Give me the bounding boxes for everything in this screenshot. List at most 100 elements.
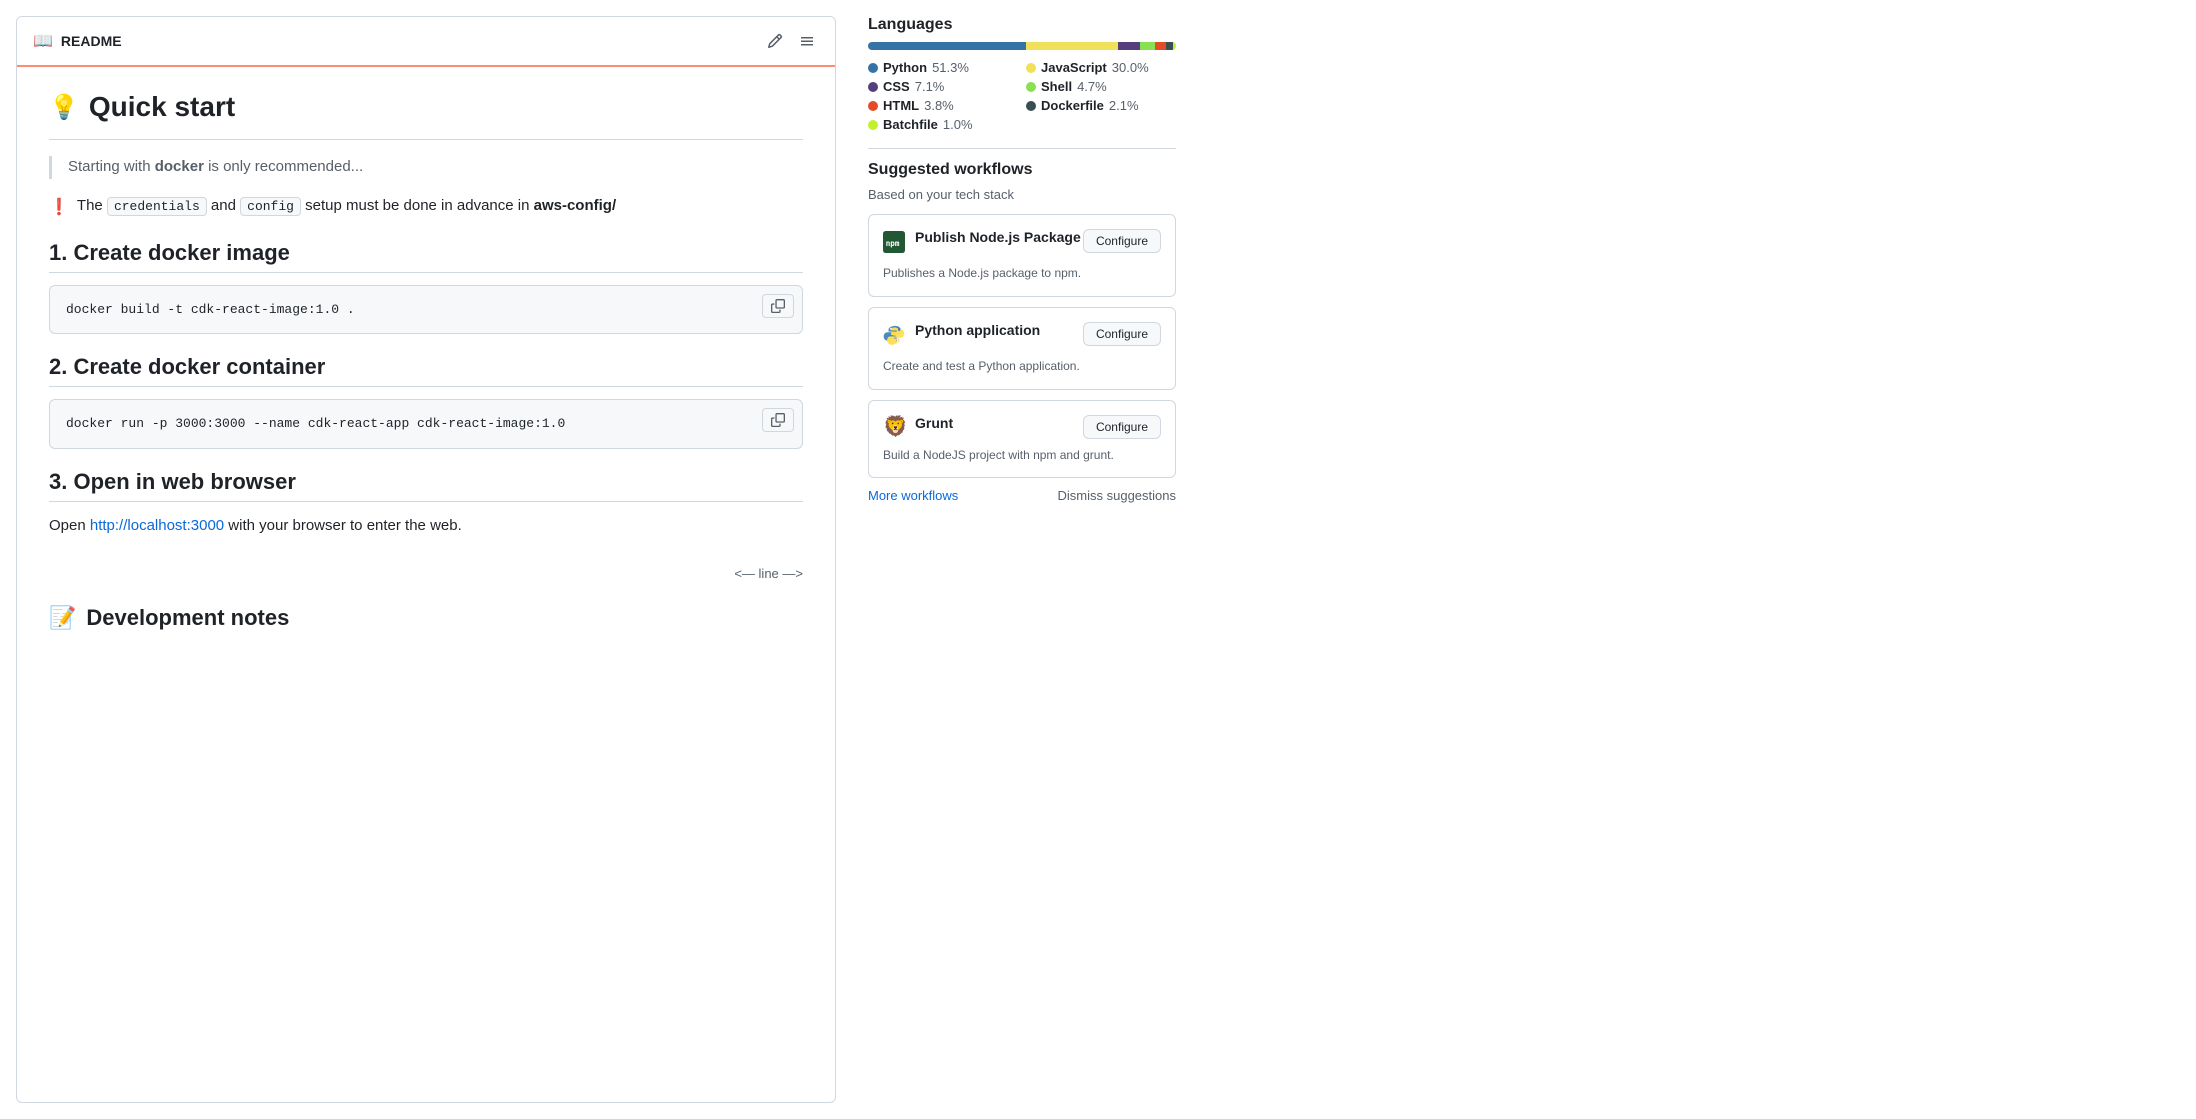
workflow-card-nodejs-header: npm Publish Node.js Package Configure [883, 229, 1161, 257]
lang-item-shell: Shell 4.7% [1026, 79, 1176, 94]
lang-dot-batchfile [868, 120, 878, 130]
lang-item-html: HTML 3.8% [868, 98, 1018, 113]
lang-dot-python [868, 63, 878, 73]
readme-header: 📖 README [17, 17, 835, 67]
line-indicator: <— line —> [49, 558, 803, 589]
code-block-2: docker run -p 3000:3000 --name cdk-react… [49, 399, 803, 449]
languages-section: Languages Python 51.3% [868, 16, 1176, 132]
warning-text: The credentials and config setup must be… [77, 195, 616, 218]
warning-emoji: ❗ [49, 196, 69, 220]
dismiss-suggestions-link[interactable]: Dismiss suggestions [1058, 488, 1177, 503]
languages-bar [868, 42, 1176, 50]
code-content-1: docker build -t cdk-react-image:1.0 . [50, 286, 802, 334]
readme-panel: 📖 README 💡 Quick [16, 16, 836, 1103]
aws-config-path: aws-config/ [534, 197, 617, 214]
quick-start-heading: Quick start [89, 91, 235, 123]
section-heading-2: 2. Create docker container [49, 354, 803, 387]
lang-item-javascript: JavaScript 30.0% [1026, 60, 1176, 75]
lang-dot-shell [1026, 82, 1036, 92]
nodejs-icon: npm [883, 231, 905, 257]
localhost-link[interactable]: http://localhost:3000 [90, 517, 224, 534]
toc-button[interactable] [795, 29, 819, 53]
sidebar-divider [868, 148, 1176, 149]
blockquote-note: Starting with docker is only recommended… [49, 156, 803, 179]
lang-bar-html [1155, 42, 1167, 50]
blockquote-text: Starting with docker is only recommended… [68, 156, 803, 179]
dev-notes-section: 📝 Development notes [49, 605, 803, 631]
workflow-nodejs-info: npm Publish Node.js Package [883, 229, 1081, 257]
grunt-icon: 🦁 [883, 417, 905, 439]
lang-bar-css [1118, 42, 1140, 50]
code-content-2: docker run -p 3000:3000 --name cdk-react… [50, 400, 802, 448]
lang-bar-batchfile [1173, 42, 1176, 50]
lang-item-python: Python 51.3% [868, 60, 1018, 75]
lang-pct-dockerfile: 2.1% [1109, 98, 1139, 113]
sidebar-footer: More workflows Dismiss suggestions [868, 488, 1176, 503]
lang-dot-javascript [1026, 63, 1036, 73]
workflow-nodejs-name: Publish Node.js Package [915, 229, 1081, 245]
lang-name-batchfile: Batchfile [883, 117, 938, 132]
lang-dot-css [868, 82, 878, 92]
section-heading-3: 3. Open in web browser [49, 469, 803, 502]
copy-button-2[interactable] [762, 408, 794, 432]
right-sidebar: Languages Python 51.3% [852, 0, 1192, 1119]
lang-name-html: HTML [883, 98, 919, 113]
configure-nodejs-button[interactable]: Configure [1083, 229, 1161, 253]
lang-name-dockerfile: Dockerfile [1041, 98, 1104, 113]
lang-pct-batchfile: 1.0% [943, 117, 973, 132]
readme-title-area: 📖 README [33, 31, 122, 51]
dev-notes-emoji: 📝 [49, 605, 76, 631]
workflow-python-name: Python application [915, 322, 1040, 338]
quick-start-emoji: 💡 [49, 93, 79, 122]
configure-python-button[interactable]: Configure [1083, 322, 1161, 346]
suggested-workflows-subtitle: Based on your tech stack [868, 187, 1176, 202]
workflow-python-info: Python application [883, 322, 1040, 350]
workflow-card-python: Python application Configure Create and … [868, 307, 1176, 390]
open-browser-text: Open http://localhost:3000 with your bro… [49, 514, 803, 538]
lang-item-batchfile: Batchfile 1.0% [868, 117, 1018, 132]
workflow-grunt-name: Grunt [915, 415, 953, 431]
workflow-card-python-header: Python application Configure [883, 322, 1161, 350]
workflow-grunt-info: 🦁 Grunt [883, 415, 953, 439]
config-code: config [240, 197, 301, 216]
lang-bar-python [868, 42, 1026, 50]
lang-bar-shell [1140, 42, 1154, 50]
configure-grunt-button[interactable]: Configure [1083, 415, 1161, 439]
lang-name-python: Python [883, 60, 927, 75]
lang-name-javascript: JavaScript [1041, 60, 1107, 75]
workflow-grunt-description: Build a NodeJS project with npm and grun… [883, 447, 1161, 464]
copy-button-1[interactable] [762, 294, 794, 318]
lang-dot-html [868, 101, 878, 111]
edit-readme-button[interactable] [763, 29, 787, 53]
workflow-nodejs-description: Publishes a Node.js package to npm. [883, 265, 1161, 282]
lang-bar-javascript [1026, 42, 1118, 50]
python-icon [883, 324, 905, 350]
lang-name-shell: Shell [1041, 79, 1072, 94]
section-divider-1 [49, 139, 803, 140]
credentials-code: credentials [107, 197, 207, 216]
lang-pct-css: 7.1% [915, 79, 945, 94]
workflow-card-grunt-header: 🦁 Grunt Configure [883, 415, 1161, 439]
readme-body: 💡 Quick start Starting with docker is on… [17, 67, 835, 655]
suggested-workflows-section: Suggested workflows Based on your tech s… [868, 161, 1176, 503]
warning-line: ❗ The credentials and config setup must … [49, 195, 803, 220]
lang-pct-javascript: 30.0% [1112, 60, 1149, 75]
quick-start-section: 💡 Quick start [49, 91, 803, 123]
more-workflows-link[interactable]: More workflows [868, 488, 958, 503]
languages-grid: Python 51.3% JavaScript 30.0% CSS 7.1% S… [868, 60, 1176, 132]
workflow-card-grunt: 🦁 Grunt Configure Build a NodeJS project… [868, 400, 1176, 479]
readme-actions [763, 29, 819, 53]
lang-dot-dockerfile [1026, 101, 1036, 111]
lang-item-css: CSS 7.1% [868, 79, 1018, 94]
lang-pct-python: 51.3% [932, 60, 969, 75]
lang-pct-shell: 4.7% [1077, 79, 1107, 94]
lang-name-css: CSS [883, 79, 910, 94]
languages-title: Languages [868, 16, 1176, 34]
readme-title: README [61, 33, 122, 49]
code-block-1: docker build -t cdk-react-image:1.0 . [49, 285, 803, 335]
lang-item-dockerfile: Dockerfile 2.1% [1026, 98, 1176, 113]
dev-notes-heading: Development notes [86, 605, 289, 631]
book-icon: 📖 [33, 31, 53, 51]
lang-pct-html: 3.8% [924, 98, 954, 113]
workflow-python-description: Create and test a Python application. [883, 358, 1161, 375]
